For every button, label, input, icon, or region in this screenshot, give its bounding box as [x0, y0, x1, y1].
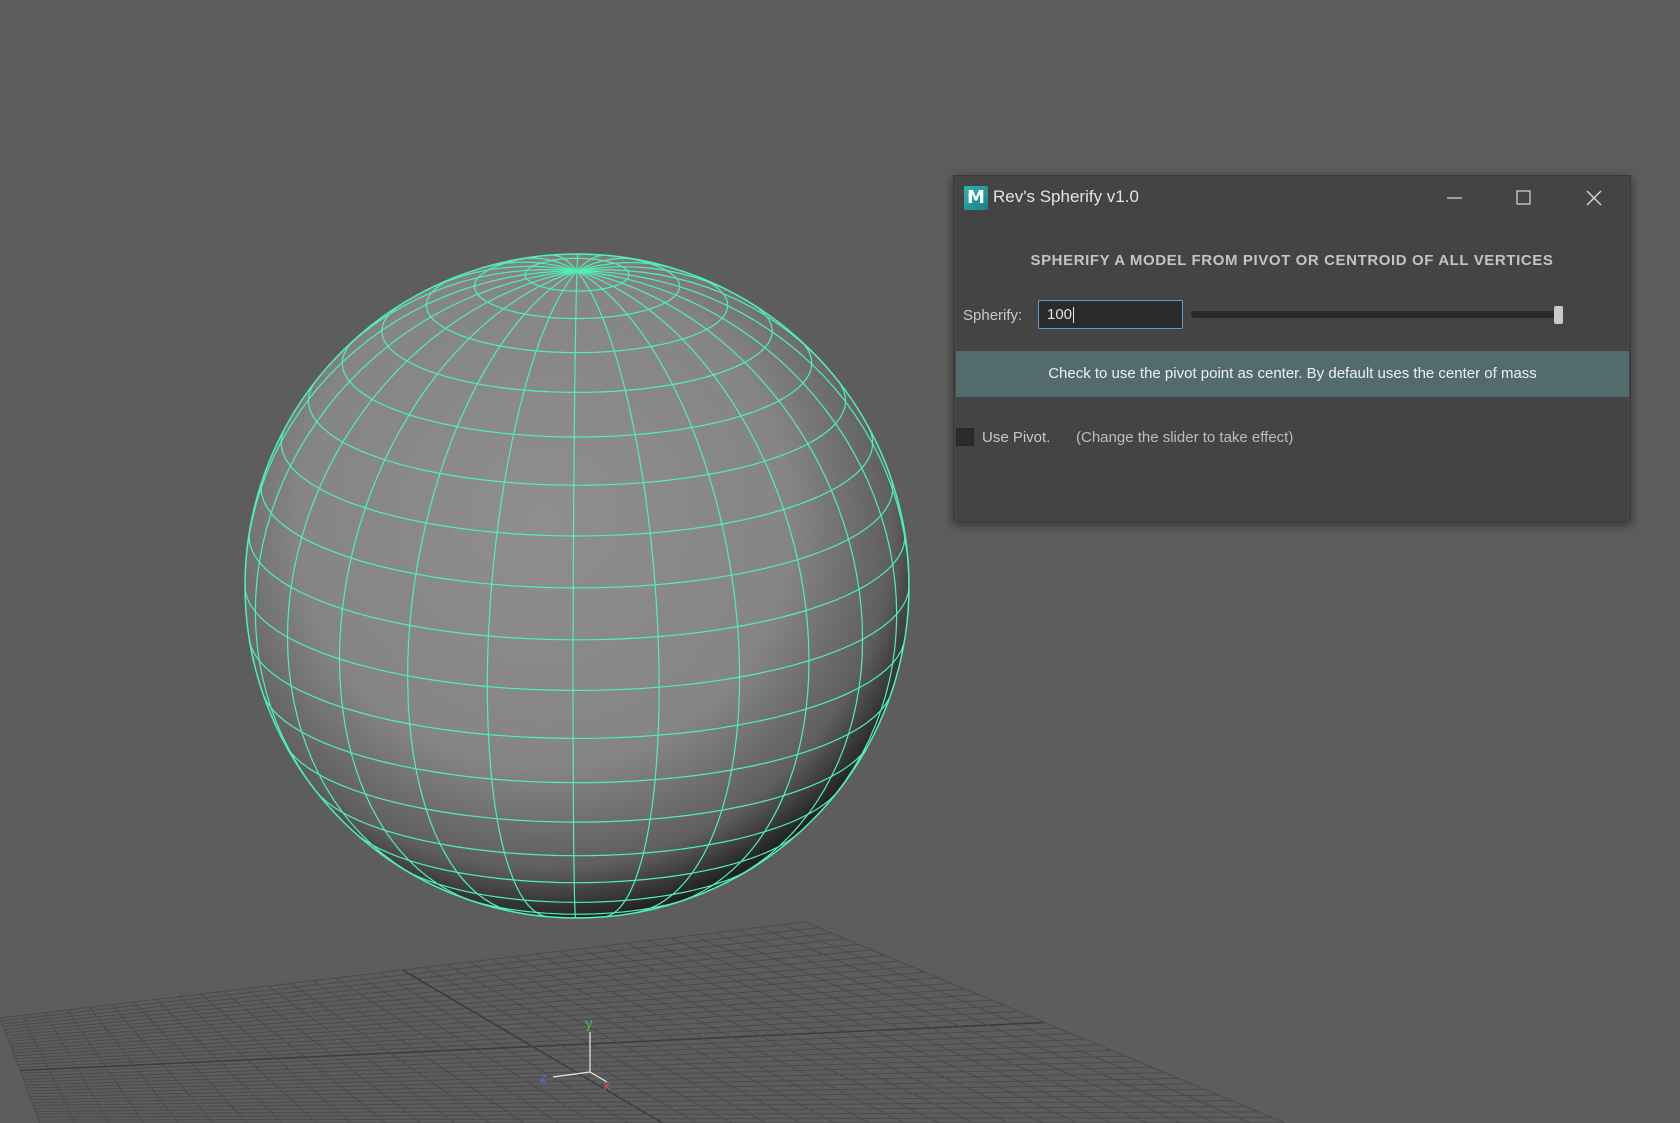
ground-grid	[0, 921, 1286, 1123]
window-title: Rev's Spherify v1.0	[993, 187, 1139, 206]
minimize-icon	[1447, 197, 1462, 199]
close-icon	[1586, 190, 1602, 206]
title-bar[interactable]: M Rev's Spherify v1.0	[954, 176, 1630, 221]
maximize-icon	[1516, 190, 1531, 205]
axis-y-label: y	[585, 1017, 593, 1032]
dialog-heading: SPHERIFY A MODEL FROM PIVOT OR CENTROID …	[1030, 252, 1554, 269]
maya-app-icon: M	[964, 186, 988, 210]
use-pivot-label[interactable]: Use Pivot.	[982, 429, 1050, 446]
close-button[interactable]	[1559, 176, 1629, 221]
spherify-slider[interactable]	[1191, 306, 1563, 324]
axis-x-label: x	[603, 1079, 611, 1094]
info-banner: Check to use the pivot point as center. …	[956, 351, 1629, 397]
spherify-label: Spherify:	[963, 307, 1023, 324]
axis-z-label: z	[540, 1071, 547, 1086]
spherify-dialog[interactable]: M Rev's Spherify v1.0 SPHERIFY A MODEL F…	[953, 175, 1631, 522]
maximize-button[interactable]	[1489, 176, 1559, 221]
spherify-slider-handle[interactable]	[1554, 306, 1563, 324]
slider-hint-text: (Change the slider to take effect)	[1076, 429, 1294, 446]
use-pivot-checkbox[interactable]	[956, 428, 974, 446]
3d-viewport[interactable]: y z x	[0, 0, 1680, 1123]
spherify-value-input[interactable]: 100	[1038, 300, 1183, 329]
minimize-button[interactable]	[1420, 176, 1490, 221]
